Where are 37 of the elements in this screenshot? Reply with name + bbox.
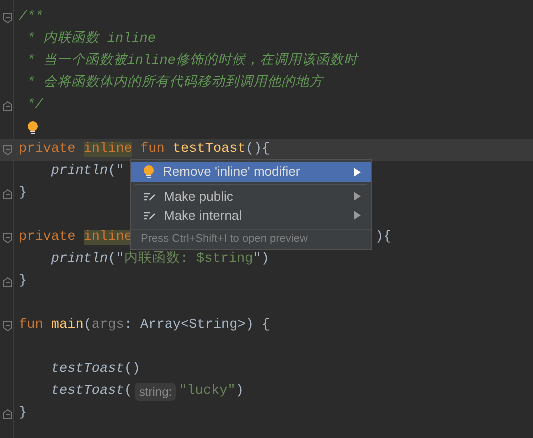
code-text: println("	[51, 163, 124, 181]
submenu-arrow-icon	[354, 211, 361, 220]
code-line: * 当一个函数被inline修饰的时候，在调用该函数时	[26, 52, 358, 71]
code-line: private inline fun testToast(){	[19, 141, 270, 159]
code-line: }	[19, 185, 28, 203]
menu-item[interactable]: Remove 'inline' modifier	[131, 162, 371, 182]
fold-open-icon[interactable]	[2, 144, 12, 156]
code-text: ){	[375, 229, 392, 247]
code-line: }	[19, 405, 28, 423]
code-line: println("内联函数: $string")	[51, 250, 270, 269]
menu-item[interactable]: Make internal	[131, 206, 371, 225]
menu-item[interactable]: Make public	[131, 187, 371, 206]
fold-close-icon[interactable]	[2, 100, 12, 112]
code-line: /**	[19, 9, 44, 27]
lightbulb-icon	[143, 165, 155, 179]
parameter-hint: string:	[135, 383, 176, 401]
pencil-lines-icon	[143, 210, 156, 222]
fold-open-icon[interactable]	[2, 12, 12, 24]
fold-close-icon[interactable]	[2, 276, 12, 288]
pencil-lines-icon	[143, 190, 156, 202]
code-text: testToast(	[51, 383, 132, 401]
code-line: }	[19, 273, 28, 291]
code-line: */	[26, 97, 44, 115]
fold-open-icon[interactable]	[2, 320, 12, 332]
popup-hint: Press Ctrl+Shift+I to open preview	[131, 229, 371, 249]
lightbulb-icon	[27, 121, 39, 135]
code-text: "lucky")	[179, 383, 244, 401]
code-text: private inline	[19, 229, 132, 247]
code-line: fun main(args: Array<String>) {	[19, 317, 270, 335]
fold-close-icon[interactable]	[2, 408, 12, 420]
code-line: testToast()	[51, 361, 141, 379]
code-line: * 会将函数体内的所有代码移动到调用他的地方	[26, 74, 324, 93]
fold-open-icon[interactable]	[2, 232, 12, 244]
fold-close-icon[interactable]	[2, 188, 12, 200]
submenu-arrow-icon	[354, 168, 361, 176]
submenu-arrow-icon	[354, 192, 361, 201]
code-line: * 内联函数 inline	[26, 30, 156, 49]
